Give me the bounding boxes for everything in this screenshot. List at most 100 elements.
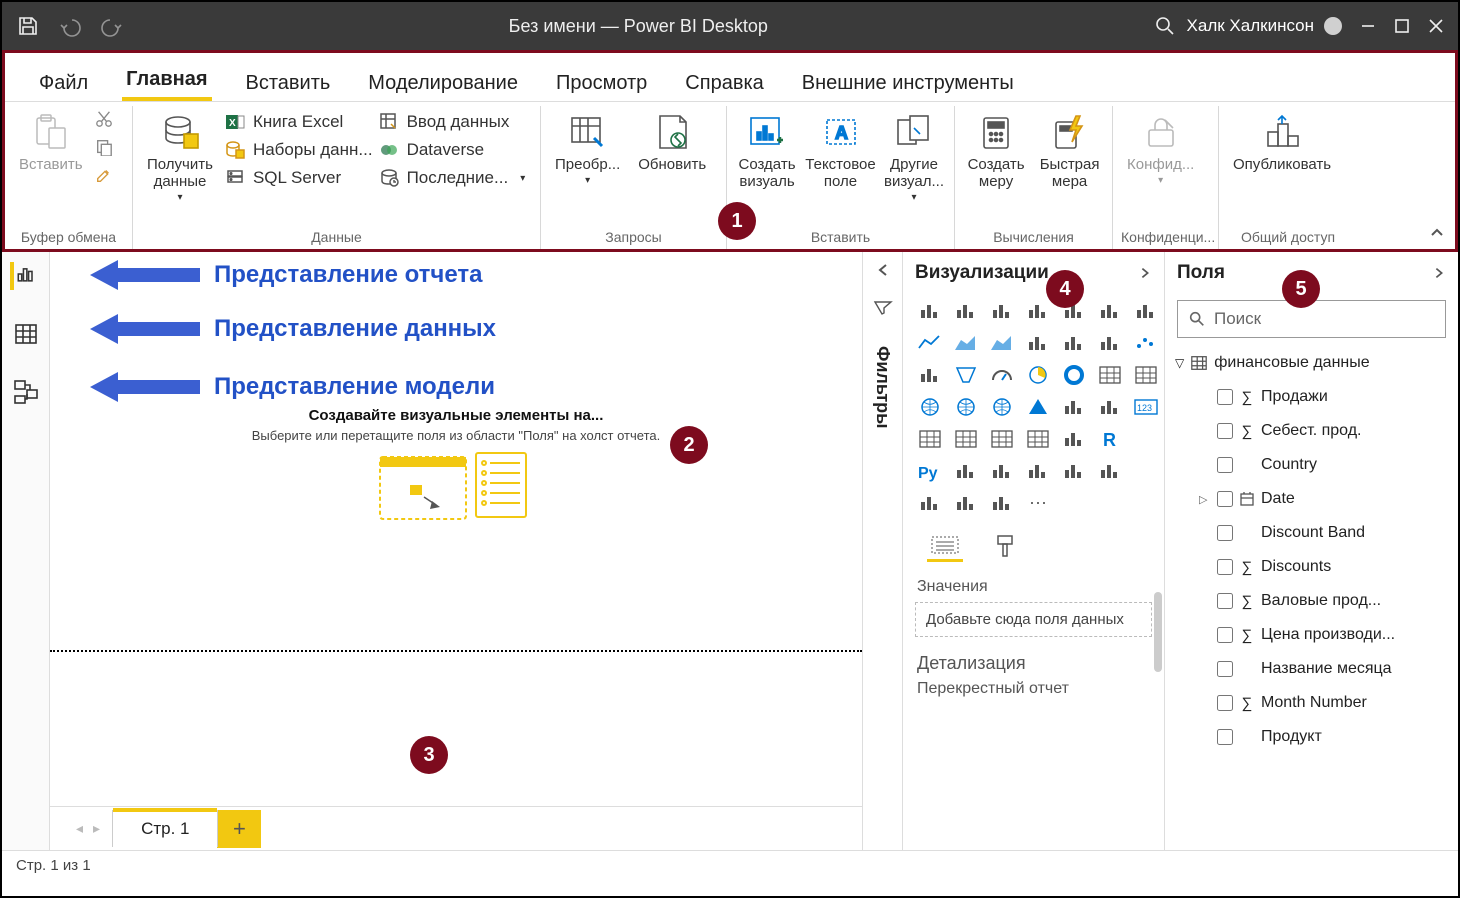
excel-workbook-button[interactable]: XКнига Excel [225, 112, 373, 132]
viz-more-icon[interactable]: ··· [1023, 490, 1053, 516]
field-discount-band[interactable]: Discount Band [1175, 516, 1448, 550]
field-checkbox[interactable] [1217, 729, 1233, 745]
field--[interactable]: ∑Продажи [1175, 380, 1448, 414]
field-checkbox[interactable] [1217, 491, 1233, 507]
table-node[interactable]: ▽ финансовые данные [1175, 346, 1448, 380]
field--[interactable]: ∑Цена производи... [1175, 618, 1448, 652]
viz-area-stacked-icon[interactable] [987, 330, 1017, 356]
field-country[interactable]: Country [1175, 448, 1448, 482]
viz-matrix-icon[interactable] [1131, 362, 1161, 388]
field-checkbox[interactable] [1217, 661, 1233, 677]
viz-slicer-icon[interactable] [1023, 426, 1053, 452]
viz-map-icon[interactable] [915, 394, 945, 420]
field--[interactable]: ∑Валовые прод... [1175, 584, 1448, 618]
data-view-button[interactable] [12, 320, 40, 348]
viz-azure-map-icon[interactable] [1023, 394, 1053, 420]
viz-multi-card-icon[interactable] [915, 426, 945, 452]
tab-insert[interactable]: Вставить [242, 64, 335, 101]
cut-icon[interactable] [95, 110, 113, 128]
viz-ai-icon[interactable] [915, 490, 945, 516]
field--[interactable]: Продукт [1175, 720, 1448, 754]
maximize-icon[interactable] [1394, 18, 1410, 34]
viz-table2-icon[interactable] [987, 426, 1017, 452]
field-checkbox[interactable] [1217, 389, 1233, 405]
tab-view[interactable]: Просмотр [552, 64, 651, 101]
tab-home[interactable]: Главная [122, 60, 211, 101]
viz-area-icon[interactable] [951, 330, 981, 356]
viz-waterfall-icon[interactable] [1095, 330, 1125, 356]
minimize-icon[interactable] [1360, 18, 1376, 34]
new-visual-button[interactable]: Создать визуаль [735, 106, 799, 194]
viz-donut-icon[interactable] [1059, 362, 1089, 388]
viz-column-stacked-icon[interactable] [987, 298, 1017, 324]
field-month-number[interactable]: ∑Month Number [1175, 686, 1448, 720]
viz-scrollbar[interactable] [1154, 592, 1162, 672]
viz-scatter-icon[interactable] [1131, 330, 1161, 356]
viz-paginated-icon[interactable] [1059, 458, 1089, 484]
transform-data-button[interactable]: Преобр... ▾ [549, 106, 626, 190]
more-visuals-button[interactable]: Другие визуал... ▾ [882, 106, 946, 207]
viz-funnel-icon[interactable] [951, 362, 981, 388]
viz-kpi-icon[interactable] [1095, 394, 1125, 420]
field-date[interactable]: ▷Date [1175, 482, 1448, 516]
close-icon[interactable] [1428, 18, 1444, 34]
viz-r-icon[interactable] [1059, 426, 1089, 452]
datasets-button[interactable]: Наборы данн... [225, 140, 373, 160]
viz-column100-icon[interactable] [1095, 298, 1125, 324]
collapse-right-icon[interactable] [1432, 266, 1446, 280]
field-discounts[interactable]: ∑Discounts [1175, 550, 1448, 584]
filters-pane-collapsed[interactable]: Фильтры [862, 252, 902, 850]
refresh-button[interactable]: Обновить [632, 106, 712, 177]
field-checkbox[interactable] [1217, 525, 1233, 541]
field--[interactable]: ∑Себест. прод. [1175, 414, 1448, 448]
enter-data-button[interactable]: Ввод данных [379, 112, 526, 132]
field-checkbox[interactable] [1217, 695, 1233, 711]
viz-powerapps-icon[interactable] [951, 490, 981, 516]
undo-icon[interactable] [58, 14, 82, 38]
text-box-button[interactable]: A Текстовое поле [805, 106, 876, 194]
field--[interactable]: Название месяца [1175, 652, 1448, 686]
collapse-right-icon[interactable] [1138, 266, 1152, 280]
viz-automate-icon[interactable] [987, 490, 1017, 516]
sql-server-button[interactable]: SQL Server [225, 168, 373, 188]
sensitivity-button[interactable]: Конфид... ▾ [1121, 106, 1200, 190]
viz-smart-icon[interactable] [1095, 458, 1125, 484]
viz-format-tab[interactable] [987, 530, 1023, 562]
viz-R-icon[interactable]: R [1095, 426, 1125, 452]
viz-bar-stacked-icon[interactable] [915, 298, 945, 324]
viz-card-123-icon[interactable]: 123 [1131, 394, 1161, 420]
publish-button[interactable]: Опубликовать [1227, 106, 1337, 177]
viz-drop-hint[interactable]: Добавьте сюда поля данных [915, 602, 1152, 637]
viz-line-col2-icon[interactable] [1059, 330, 1089, 356]
viz-filled-map-icon[interactable] [951, 394, 981, 420]
viz-bar-clustered-icon[interactable] [951, 298, 981, 324]
viz-pie-icon[interactable] [1023, 362, 1053, 388]
viz-treemap-icon[interactable] [1095, 362, 1125, 388]
viz-column-clustered-icon[interactable] [1023, 298, 1053, 324]
viz-line-icon[interactable] [915, 330, 945, 356]
save-icon[interactable] [16, 14, 40, 38]
quick-measure-button[interactable]: Быстрая мера [1035, 106, 1104, 194]
copy-icon[interactable] [95, 138, 113, 156]
tab-modeling[interactable]: Моделирование [364, 64, 522, 101]
viz-key-infl-icon[interactable] [951, 458, 981, 484]
tab-file[interactable]: Файл [35, 64, 92, 101]
field-checkbox[interactable] [1217, 457, 1233, 473]
model-view-button[interactable] [12, 378, 40, 406]
viz-fields-tab[interactable] [927, 530, 963, 562]
report-view-button[interactable] [10, 262, 38, 290]
ribbon-collapse-icon[interactable] [1429, 225, 1445, 241]
dataverse-button[interactable]: Dataverse [379, 140, 526, 160]
user-account[interactable]: Халк Халкинсон [1153, 14, 1342, 38]
field-checkbox[interactable] [1217, 593, 1233, 609]
report-canvas[interactable]: Представление отчета Представление данны… [50, 252, 862, 806]
field-checkbox[interactable] [1217, 423, 1233, 439]
viz-esri-icon[interactable] [1059, 394, 1089, 420]
viz-shape-map-icon[interactable] [987, 394, 1017, 420]
tab-external-tools[interactable]: Внешние инструменты [798, 64, 1018, 101]
viz-line-col-icon[interactable] [1023, 330, 1053, 356]
field-checkbox[interactable] [1217, 559, 1233, 575]
add-page-button[interactable]: + [217, 810, 261, 848]
next-page-icon[interactable]: ▸ [93, 820, 100, 837]
search-icon[interactable] [1153, 14, 1177, 38]
